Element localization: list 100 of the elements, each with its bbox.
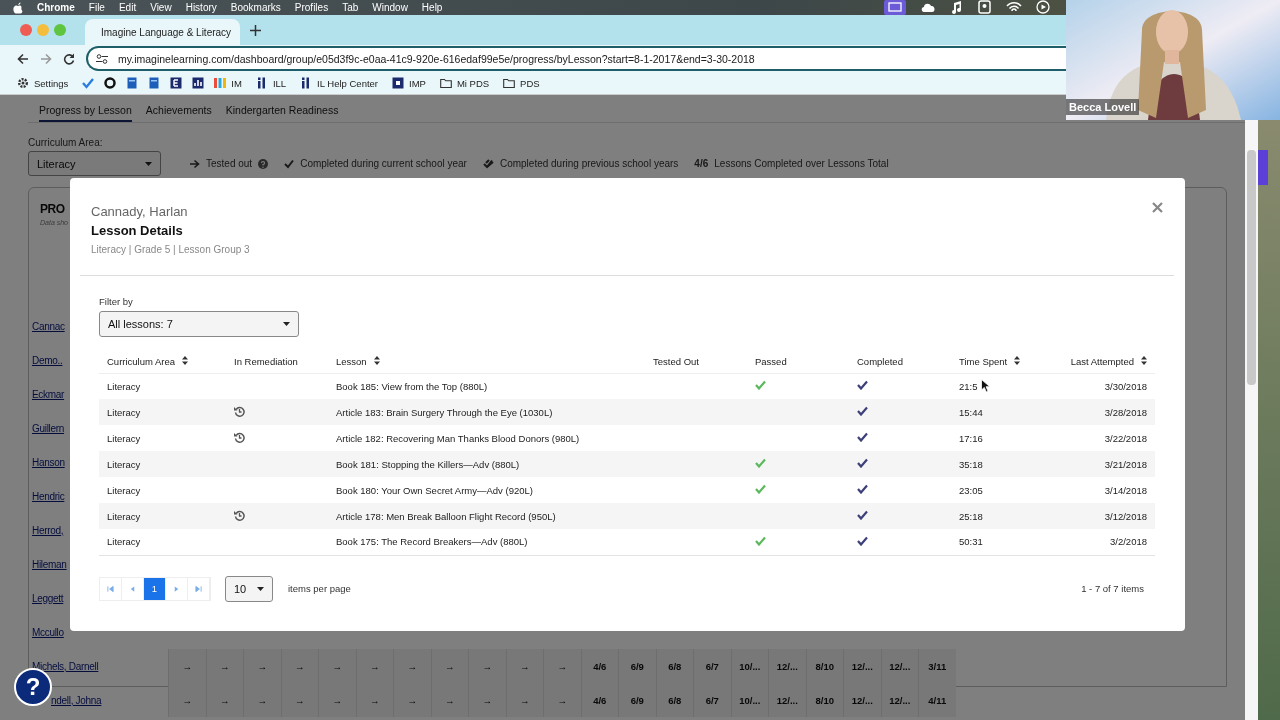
page-tab[interactable]: Achievements — [145, 104, 212, 122]
table-cell: 50:31 — [959, 536, 983, 548]
gear-icon — [17, 77, 29, 89]
bookmark[interactable]: IM — [214, 77, 242, 89]
note-icon[interactable] — [950, 0, 964, 15]
apple-icon[interactable] — [13, 1, 23, 14]
student-link[interactable]: Mccullo — [32, 626, 168, 638]
field-label: Filter by — [99, 296, 134, 307]
table-cell: 3/12/2018 — [1050, 503, 1155, 529]
student-link[interactable]: ndell, Johna — [51, 694, 168, 706]
back-icon[interactable] — [17, 52, 29, 65]
table-cell: 23:05 — [959, 484, 983, 496]
ring-icon[interactable] — [104, 77, 117, 89]
table-cell: 25:18 — [959, 510, 983, 522]
grid-cell: 4/6 — [580, 683, 618, 717]
e-box-icon[interactable] — [170, 77, 183, 89]
browser-tab[interactable]: Imagine Language & Literacy — [85, 19, 240, 45]
grid-cell: → — [355, 683, 393, 717]
check-icon[interactable] — [82, 77, 95, 89]
student-name: Cannady, Harlan — [91, 204, 189, 219]
scrollbar-thumb[interactable] — [1247, 150, 1256, 385]
menu-item[interactable]: Tab — [342, 2, 359, 13]
grid-cell: 6/8 — [655, 683, 693, 717]
grid-cell: → — [430, 683, 468, 717]
address-field[interactable]: my.imaginelearning.com/dashboard/group/e05d3f9c-e0aa-41c9-920e-616edaf99e5e/progress/byLesson?start=8-1-2017&end=3-30-2018 — [86, 46, 1066, 71]
panel-title: PRO — [40, 202, 65, 216]
grid-cell: 6/7 — [693, 683, 731, 717]
document-icon[interactable] — [126, 77, 139, 89]
screen-share-icon[interactable] — [884, 0, 906, 15]
lesson-title: Book 185: View from the Top (880L) — [328, 373, 645, 399]
bookmark[interactable]: IL Help Center — [300, 77, 378, 89]
table-cell: 15:44 — [959, 406, 983, 418]
logo-icon — [255, 77, 268, 89]
table-cell: 35:18 — [959, 458, 983, 470]
folder-icon — [503, 77, 516, 89]
page-button[interactable]: 1 — [144, 577, 166, 600]
dialog-title: Lesson Details — [91, 223, 184, 238]
help-icon — [258, 158, 269, 169]
column-header: Completed — [849, 351, 951, 373]
bookmark[interactable]: ILL — [255, 77, 287, 89]
site-info-icon[interactable] — [96, 53, 108, 64]
grid-cell: 12/... — [880, 683, 918, 717]
grid-cell: → — [543, 683, 581, 717]
grid-cell: → — [168, 683, 206, 717]
bars-icon — [214, 77, 227, 89]
page-tab[interactable]: Kindergarten Readiness — [225, 104, 339, 122]
menu-item[interactable]: Edit — [118, 2, 137, 13]
legend-label: Tested out — [206, 158, 253, 169]
column-header[interactable]: Lesson — [328, 351, 645, 373]
curriculum-select[interactable]: Literacy — [28, 151, 161, 176]
check-icon — [284, 158, 295, 169]
column-header[interactable]: Last Attempted — [1050, 351, 1155, 373]
table-cell: 21:5 — [959, 380, 978, 392]
new-tab-icon[interactable] — [250, 24, 261, 36]
menu-item[interactable]: Profiles — [294, 2, 329, 13]
column-header: In Remediation — [226, 351, 328, 373]
page-size-label: items per page — [288, 583, 351, 594]
menu-item[interactable]: View — [150, 2, 172, 13]
menu-item[interactable]: Help — [421, 2, 443, 13]
column-header[interactable]: Time Spent — [951, 351, 1050, 373]
grid-cell: 6/9 — [618, 683, 656, 717]
filter-select[interactable]: All lessons: 7 — [99, 311, 299, 337]
bookmark[interactable]: IMP — [392, 77, 426, 89]
field-label: Curriculum Area: — [28, 137, 104, 148]
grid-cell: 8/10 — [805, 683, 843, 717]
arrow-icon — [190, 158, 200, 169]
menu-item[interactable]: File — [88, 2, 105, 13]
lesson-title: Book 175: The Record Breakers—Adv (880L) — [328, 529, 645, 555]
legend-label: Completed during previous school years — [499, 158, 679, 169]
menu-item[interactable]: Window — [372, 2, 408, 13]
legend-label: Completed during current school year — [300, 158, 467, 169]
dialog-subtitle: Literacy | Grade 5 | Lesson Group 3 — [91, 244, 251, 255]
table-cell: 3/22/2018 — [1050, 425, 1155, 451]
items-summary: 1 - 7 of 7 items — [1081, 583, 1145, 594]
column-header[interactable]: Curriculum Area — [99, 351, 226, 373]
page-size-select[interactable]: 10 — [225, 575, 273, 602]
lesson-title: Book 180: Your Own Secret Army—Adv (920L) — [328, 477, 645, 503]
cursor-icon — [981, 378, 991, 393]
menu-item[interactable]: History — [185, 2, 217, 13]
table-cell: 3/30/2018 — [1050, 373, 1155, 399]
document-icon[interactable] — [148, 77, 161, 89]
grid-cell: 10/... — [730, 683, 768, 717]
bookmark[interactable]: Mi PDS — [439, 77, 490, 89]
bookmark[interactable]: Settings — [17, 77, 69, 89]
grid-cell: 4/11 — [918, 683, 956, 717]
url-text: my.imaginelearning.com/dashboard/group/e05d3f9c-e0aa-41c9-920e-616edaf99e5e/progress/byLesson?start=8-1-2017&end=3-30-2018 — [118, 52, 755, 65]
close-icon[interactable] — [1152, 202, 1163, 213]
menu-item[interactable]: Bookmarks — [230, 2, 281, 13]
badge-icon[interactable] — [978, 0, 992, 15]
app-menu[interactable]: Chrome — [37, 2, 75, 13]
bookmark[interactable]: PDS — [503, 77, 540, 89]
page-tab[interactable]: Progress by Lesson — [39, 104, 132, 122]
chart-icon[interactable] — [192, 77, 205, 89]
reload-icon[interactable] — [63, 52, 75, 65]
lesson-title: Article 178: Men Break Balloon Flight Record (950L) — [328, 503, 645, 529]
grid-cell: → — [393, 683, 431, 717]
column-header: Passed — [747, 351, 849, 373]
grid-cell: → — [468, 683, 506, 717]
table-cell: Literacy — [99, 477, 226, 503]
play-icon[interactable] — [1036, 0, 1050, 15]
